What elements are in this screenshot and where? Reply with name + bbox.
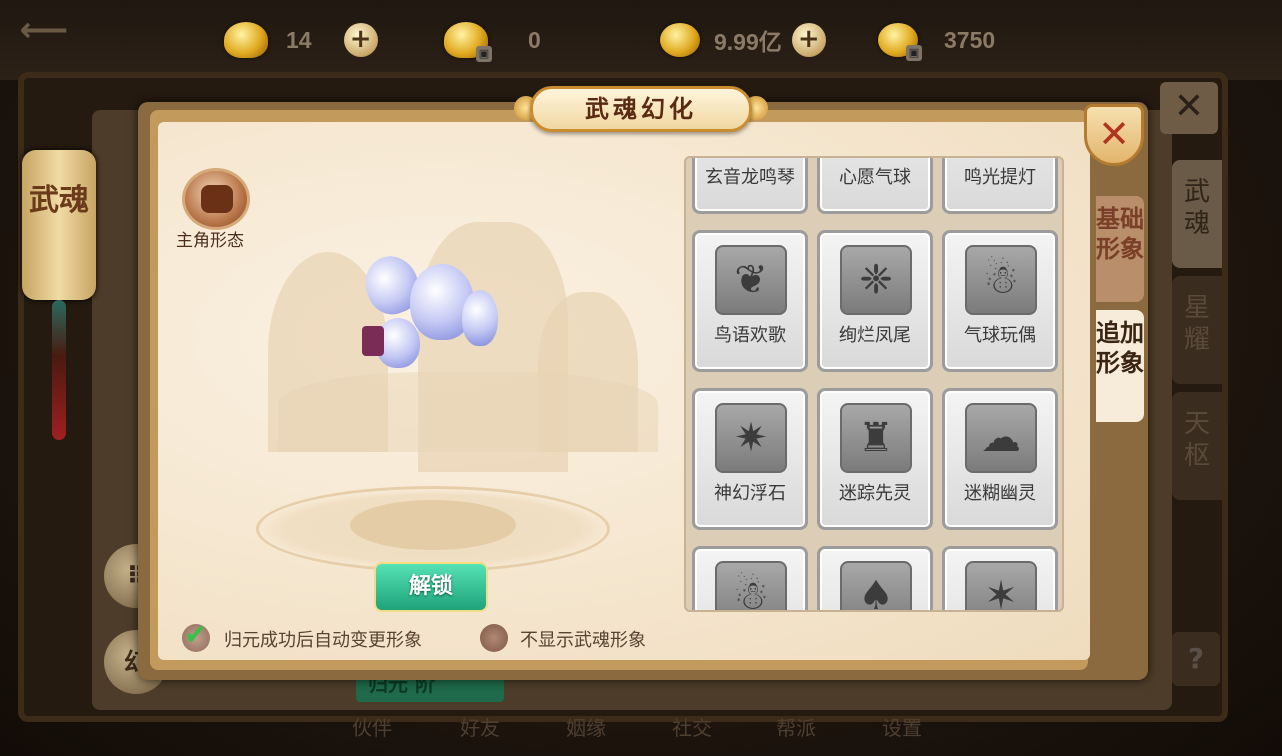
skin-name: 鸣光提灯 [964,167,1036,188]
doll-icon: ☃ [983,257,1019,303]
tassel-ornament [52,300,66,440]
locked-coin-icon: ▣ [878,23,922,61]
currency-bar: ⟵ 14 + ▣ 0 9.99亿 + ▣ 3750 [0,0,1282,80]
skin-name: 气球玩偶 [964,325,1036,346]
locked-ingot-value: 0 [528,26,541,53]
skin-name: 心愿气球 [839,167,911,188]
skin-name: 鸟语欢歌 [714,325,786,346]
add-gold-ingot-button[interactable]: + [343,23,378,57]
back-arrow-icon[interactable]: ⟵ [14,10,74,50]
crystal-icon: ✷ [734,415,768,461]
pumpkin-icon: ♠ [858,573,894,612]
coin-icon [660,23,700,57]
hide-soul-label: 不显示武魂形象 [520,630,646,651]
skin-icon-frame: ❈ [840,245,912,315]
tab-basic-appearance[interactable]: 基础形象 [1096,196,1144,302]
dialog-title-plaque: 武魂幻化 [530,86,752,132]
armor-icon [201,185,233,213]
nav-settings[interactable]: 设置 [882,712,922,741]
tab-tianshu[interactable]: 天枢 [1172,392,1222,500]
skin-name: 绚烂凤尾 [839,325,911,346]
skin-name: 迷踪先灵 [839,483,911,504]
skin-icon-frame: ♫ [715,156,787,157]
coin-currency: 9.99亿 + [660,18,826,62]
skin-icon-frame: ✷ [715,403,787,473]
phoenix-tail-icon: ❈ [859,257,893,303]
pet-bag-icon [362,326,384,356]
skin-icon-frame: ♜ [840,403,912,473]
background-close-icon[interactable]: ✕ [1160,82,1218,134]
nav-friends[interactable]: 好友 [460,712,500,741]
ghost-icon: ☁ [981,415,1021,461]
lock-icon: ▣ [906,45,922,61]
skin-icon-frame: ✧ [965,156,1037,157]
tab-wuhun[interactable]: 武魂 [1172,160,1222,268]
desk-spirit-icon: ♜ [858,415,894,461]
dialog-title: 武魂幻化 [585,94,697,123]
unlock-button[interactable]: 解锁 [374,562,488,612]
lock-icon: ▣ [476,46,492,62]
skin-card[interactable]: ♠ [817,546,933,612]
skin-icon-frame: ♠ [840,561,912,612]
add-coin-button[interactable]: + [791,23,826,57]
skin-name: 神幻浮石 [714,483,786,504]
skin-card[interactable]: ✷ 神幻浮石 [692,388,808,530]
mountain-decoration [278,372,658,452]
nav-guild[interactable]: 帮派 [776,712,816,741]
skin-card[interactable]: ☃ 气球玩偶 [942,230,1058,372]
help-button[interactable]: ? [1172,632,1220,686]
locked-ingot-icon: ▣ [444,22,492,62]
auto-change-checkbox[interactable] [182,618,210,652]
hide-soul-checkbox[interactable] [480,624,508,652]
skin-icon-frame: ✶ [965,561,1037,612]
tab-extra-appearance[interactable]: 追加形象 [1096,310,1144,422]
skin-grid[interactable]: ♫ 玄音龙鸣琴 ◍ 心愿气球 ✧ 鸣光提灯 ❦ 鸟语欢歌 ❈ 绚烂凤尾 ☃ 气球玩偶 ✷ 神幻浮石 ♜ 迷踪先… [684,156,1064,612]
locked-coin-value: 3750 [944,26,996,53]
skin-icon-frame: ☁ [965,403,1037,473]
locked-coin-currency: ▣ 3750 [878,18,995,62]
skin-card[interactable]: ✧ 鸣光提灯 [942,156,1058,214]
auto-change-label: 归元成功后自动变更形象 [224,630,422,651]
tab-xingyao[interactable]: 星耀 [1172,276,1222,384]
left-banner: 武魂 [22,150,96,300]
skin-icon-frame: ☃ [965,245,1037,315]
skin-card[interactable]: ❦ 鸟语欢歌 [692,230,808,372]
nav-social[interactable]: 社交 [672,712,712,741]
skin-icon-frame: ☃ [715,561,787,612]
skin-card[interactable]: ☃ [692,546,808,612]
gold-ingot-value: 14 [286,26,312,53]
role-form-label: 主角形态 [176,231,244,251]
taiji-symbol [350,500,516,550]
star-icon: ✶ [984,573,1018,612]
nav-partner[interactable]: 伙伴 [352,712,392,741]
skin-name: 玄音龙鸣琴 [705,167,795,188]
skin-card[interactable]: ✶ [942,546,1058,612]
gold-ingot-icon [224,22,268,58]
snowman-icon: ☃ [733,573,769,612]
dragon-icon: ❦ [734,257,768,303]
skin-card[interactable]: ♜ 迷踪先灵 [817,388,933,530]
skin-card[interactable]: ◍ 心愿气球 [817,156,933,214]
locked-ingot-currency: ▣ 0 [444,18,541,62]
close-button[interactable]: ✕ [1084,104,1144,166]
skin-card[interactable]: ☁ 迷糊幽灵 [942,388,1058,530]
role-form-button[interactable] [182,168,250,230]
skin-card[interactable]: ❈ 绚烂凤尾 [817,230,933,372]
ghost-sprite [462,290,498,346]
nav-marriage[interactable]: 姻缘 [566,712,606,741]
coin-value: 9.99亿 [714,29,782,55]
skin-card[interactable]: ♫ 玄音龙鸣琴 [692,156,808,214]
skin-icon-frame: ◍ [840,156,912,157]
gold-ingot-currency: 14 + [224,18,378,62]
skin-name: 迷糊幽灵 [964,483,1036,504]
skin-icon-frame: ❦ [715,245,787,315]
